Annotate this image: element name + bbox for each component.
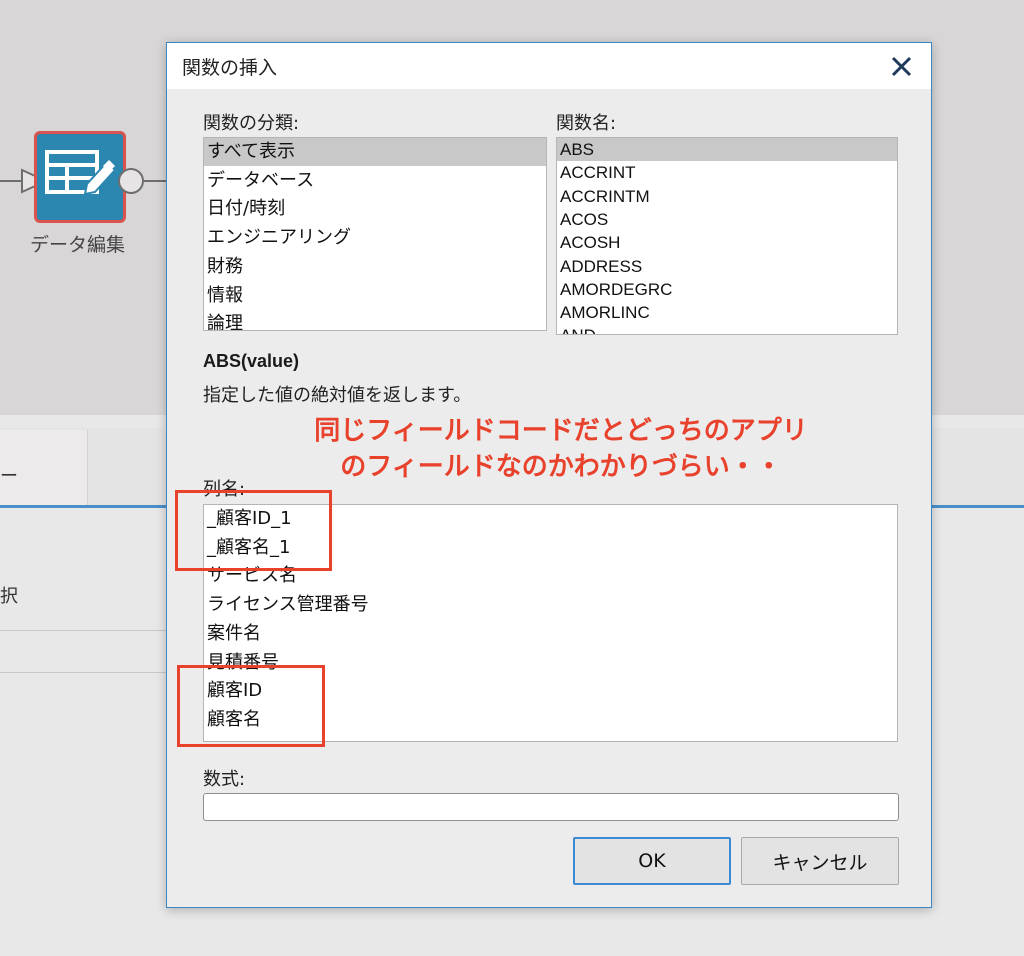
category-item[interactable]: 論理 [204,310,546,330]
category-item[interactable]: データベース [204,167,546,195]
function-item[interactable]: AMORDEGRC [557,278,897,301]
formula-input[interactable] [203,793,899,821]
output-port[interactable] [118,168,144,194]
node-label: データ編集 [30,234,126,256]
cancel-button[interactable]: キャンセル [741,837,899,885]
category-item[interactable]: エンジニアリング [204,224,546,252]
category-item[interactable]: 日付/時刻 [204,195,546,223]
ok-button[interactable]: OK [573,837,731,885]
category-item[interactable]: すべて表示 [204,138,546,166]
flow-connector [144,180,168,182]
function-item[interactable]: AMORLINC [557,301,897,324]
data-edit-node[interactable] [34,131,126,223]
close-icon [891,56,912,77]
column-item[interactable]: ライセンス管理番号 [204,591,897,619]
function-item[interactable]: ADDRESS [557,255,897,278]
category-item[interactable]: 情報 [204,282,546,310]
column-item[interactable]: 案件名 [204,620,897,648]
close-button[interactable] [883,51,919,83]
dialog-title: 関数の挿入 [182,57,278,79]
annotation-text-line2: のフィールドなのかわかりづらい・・ [340,452,782,482]
function-item[interactable]: ACOSH [557,231,897,254]
category-item[interactable]: 財務 [204,253,546,281]
annotation-text-line1: 同じフィールドコードだとどっちのアプリ [314,416,808,446]
function-description: 指定した値の絶対値を返します。 [203,385,472,406]
function-listbox[interactable]: ABS ACCRINT ACCRINTM ACOS ACOSH ADDRESS AMORDE… [556,137,898,335]
function-signature: ABS(value) [203,351,300,371]
highlight-box [175,490,332,571]
formula-label: 数式: [203,769,246,790]
function-name-label: 関数名: [556,113,617,134]
flow-connector [0,180,22,182]
function-item[interactable]: ACCRINT [557,161,897,184]
dialog-titlebar: 関数の挿入 [167,43,931,89]
divider [0,672,168,673]
function-item[interactable]: ABS [557,138,897,161]
divider [0,630,168,631]
function-item[interactable]: AND [557,324,897,334]
highlight-box [177,665,325,747]
function-item[interactable]: ACOS [557,208,897,231]
table-edit-icon [45,150,117,196]
category-listbox[interactable]: すべて表示 データベース 日付/時刻 エンジニアリング 財務 情報 論理 [203,137,547,331]
tab-label: ー [0,466,18,487]
function-item[interactable]: ACCRINTM [557,185,897,208]
setting-row-label: 択 [0,586,18,607]
category-label: 関数の分類: [203,113,300,134]
